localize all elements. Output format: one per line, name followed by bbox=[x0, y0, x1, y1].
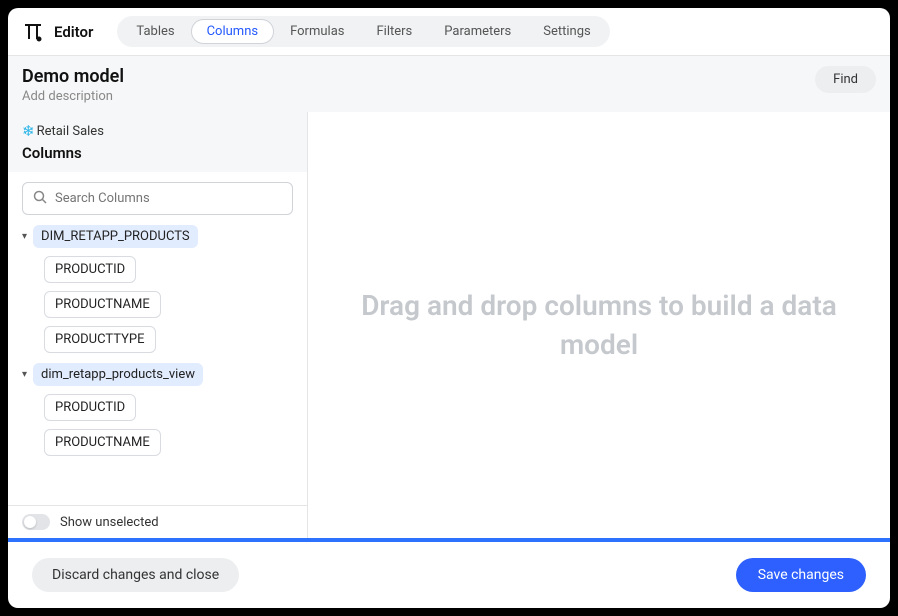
show-unselected-label: Show unselected bbox=[60, 515, 159, 530]
discard-button[interactable]: Discard changes and close bbox=[32, 558, 239, 592]
table-group: ▾ dim_retapp_products_view PRODUCTID PRO… bbox=[22, 363, 299, 456]
tab-tables[interactable]: Tables bbox=[120, 19, 190, 44]
column-tree[interactable]: ▾ DIM_RETAPP_PRODUCTS PRODUCTID PRODUCTN… bbox=[8, 225, 307, 505]
show-unselected-toggle[interactable] bbox=[22, 514, 50, 530]
search-input[interactable] bbox=[55, 191, 282, 206]
app-logo-icon bbox=[22, 21, 44, 43]
save-button[interactable]: Save changes bbox=[736, 558, 866, 592]
sidebar-header: ❄ Retail Sales Columns bbox=[8, 112, 307, 172]
data-source-name: Retail Sales bbox=[37, 124, 104, 139]
canvas-empty-message: Drag and drop columns to build a data mo… bbox=[308, 286, 890, 364]
model-title[interactable]: Demo model bbox=[22, 66, 124, 87]
tab-filters[interactable]: Filters bbox=[360, 19, 428, 44]
table-group: ▾ DIM_RETAPP_PRODUCTS PRODUCTID PRODUCTN… bbox=[22, 225, 299, 353]
model-description[interactable]: Add description bbox=[22, 89, 124, 104]
table-group-header[interactable]: ▾ DIM_RETAPP_PRODUCTS bbox=[22, 225, 299, 248]
column-item[interactable]: PRODUCTNAME bbox=[44, 291, 161, 318]
sidebar: ❄ Retail Sales Columns ▾ DIM_RETAPP bbox=[8, 112, 308, 538]
topbar: Editor Tables Columns Formulas Filters P… bbox=[8, 8, 890, 56]
columns-section-title: Columns bbox=[22, 144, 293, 162]
footer: Discard changes and close Save changes bbox=[8, 542, 890, 608]
column-item[interactable]: PRODUCTID bbox=[44, 256, 136, 283]
editor-window: Editor Tables Columns Formulas Filters P… bbox=[8, 8, 890, 608]
table-name-pill[interactable]: DIM_RETAPP_PRODUCTS bbox=[33, 225, 198, 248]
body: ❄ Retail Sales Columns ▾ DIM_RETAPP bbox=[8, 112, 890, 538]
tab-settings[interactable]: Settings bbox=[527, 19, 606, 44]
chevron-down-icon: ▾ bbox=[22, 369, 27, 380]
search-box[interactable] bbox=[22, 182, 293, 215]
header-left: Demo model Add description bbox=[22, 66, 124, 104]
column-item[interactable]: PRODUCTNAME bbox=[44, 429, 161, 456]
table-name-pill[interactable]: dim_retapp_products_view bbox=[33, 363, 203, 386]
data-source-row: ❄ Retail Sales bbox=[22, 122, 293, 140]
column-item[interactable]: PRODUCTID bbox=[44, 394, 136, 421]
tab-parameters[interactable]: Parameters bbox=[428, 19, 527, 44]
search-wrap bbox=[8, 172, 307, 225]
snowflake-icon: ❄ bbox=[22, 122, 35, 140]
tab-columns[interactable]: Columns bbox=[191, 19, 275, 44]
show-unselected-row: Show unselected bbox=[8, 505, 307, 538]
tab-formulas[interactable]: Formulas bbox=[274, 19, 360, 44]
column-item[interactable]: PRODUCTTYPE bbox=[44, 326, 156, 353]
model-canvas[interactable]: Drag and drop columns to build a data mo… bbox=[308, 112, 890, 538]
app-title: Editor bbox=[54, 23, 93, 41]
table-group-header[interactable]: ▾ dim_retapp_products_view bbox=[22, 363, 299, 386]
model-header: Demo model Add description Find bbox=[8, 56, 890, 112]
chevron-down-icon: ▾ bbox=[22, 231, 27, 242]
search-icon bbox=[33, 189, 47, 208]
find-button[interactable]: Find bbox=[815, 66, 876, 93]
tab-bar: Tables Columns Formulas Filters Paramete… bbox=[117, 16, 609, 47]
